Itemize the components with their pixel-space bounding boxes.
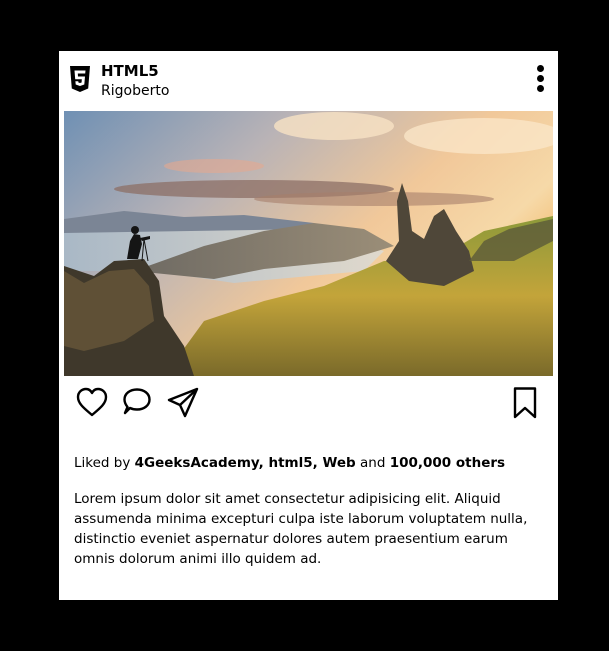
send-icon[interactable]: [166, 386, 200, 420]
post-caption: Lorem ipsum dolor sit amet consectetur a…: [74, 491, 528, 567]
action-bar: [59, 381, 558, 425]
comment-icon[interactable]: [120, 386, 154, 420]
heart-icon[interactable]: [75, 386, 109, 420]
likes-others-link[interactable]: 100,000 others: [390, 455, 505, 471]
more-dot-icon: [536, 65, 544, 72]
post-photo[interactable]: [64, 111, 553, 376]
post-card: HTML5 Rigoberto Liked by 4GeeksAcademy, …: [59, 51, 558, 600]
account-subtitle: Rigoberto: [101, 83, 170, 99]
likes-users-link[interactable]: 4GeeksAcademy, html5, Web: [135, 455, 356, 471]
likes-summary: Liked by 4GeeksAcademy, html5, Web and 1…: [74, 454, 505, 472]
bookmark-icon[interactable]: [508, 386, 542, 420]
html5-logo-icon: [70, 66, 90, 92]
more-dot-icon: [536, 75, 544, 82]
more-dot-icon: [536, 85, 544, 92]
likes-conjunction: and: [359, 455, 386, 471]
more-options-button[interactable]: [536, 65, 544, 93]
account-name[interactable]: HTML5: [101, 62, 159, 80]
likes-prefix: Liked by: [74, 455, 131, 471]
post-header: HTML5 Rigoberto: [59, 51, 558, 111]
